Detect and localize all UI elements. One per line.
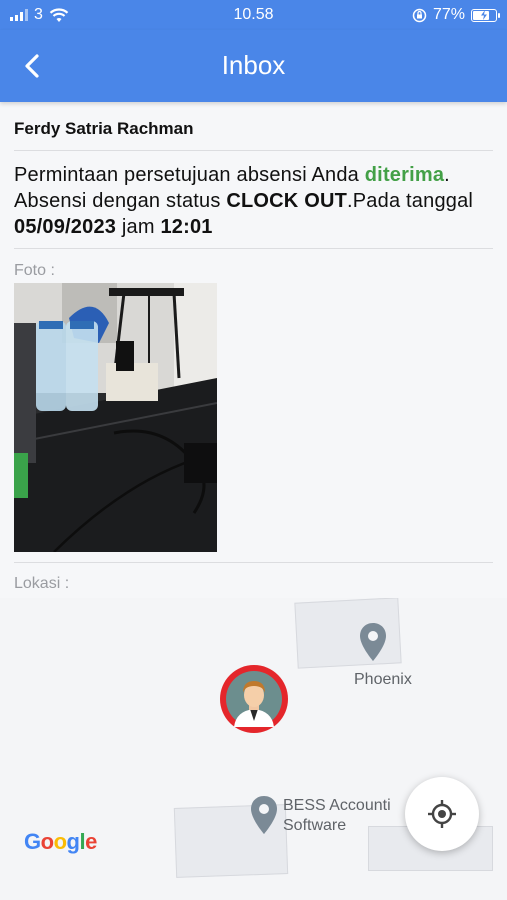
map-pin-icon[interactable] <box>250 795 278 835</box>
message-text: .Pada tanggal <box>347 190 474 212</box>
page-title: Inbox <box>221 50 286 80</box>
map-place-label[interactable]: BESS Accounti Software <box>283 796 391 836</box>
attendance-date: 05/09/2023 <box>14 216 117 238</box>
message-body: Permintaan persetujuan absensi Anda dite… <box>14 162 484 240</box>
message-text: jam <box>116 216 161 238</box>
status-word: diterima <box>364 164 445 186</box>
user-avatar-icon <box>226 671 282 727</box>
user-location-marker[interactable] <box>220 665 288 733</box>
location-label: Lokasi : <box>14 575 70 592</box>
map-pin-icon[interactable] <box>359 622 387 662</box>
battery-percent: 77% <box>432 6 465 23</box>
map-place-line: Software <box>283 817 347 834</box>
photo-label: Foto : <box>14 262 55 279</box>
sender-name: Ferdy Satria Rachman <box>14 119 194 138</box>
status-bar: 3 10.58 77% <box>0 0 507 30</box>
my-location-button[interactable] <box>405 777 479 851</box>
map-place-label[interactable]: Phoenix <box>354 670 412 690</box>
divider <box>14 150 493 151</box>
my-location-icon <box>428 800 456 828</box>
divider <box>14 248 493 249</box>
app-bar: Inbox <box>0 30 507 102</box>
map-place-line: BESS Accounti <box>283 797 391 814</box>
google-logo: Google <box>24 829 97 854</box>
attendance-photo[interactable] <box>14 283 217 552</box>
attendance-status: CLOCK OUT <box>226 190 348 212</box>
orientation-lock-icon <box>412 8 427 22</box>
message-text: Permintaan persetujuan absensi Anda <box>14 164 365 186</box>
attendance-time: 12:01 <box>160 216 213 238</box>
divider <box>14 562 493 563</box>
battery-icon <box>471 8 500 22</box>
status-right: 77% <box>412 6 500 24</box>
